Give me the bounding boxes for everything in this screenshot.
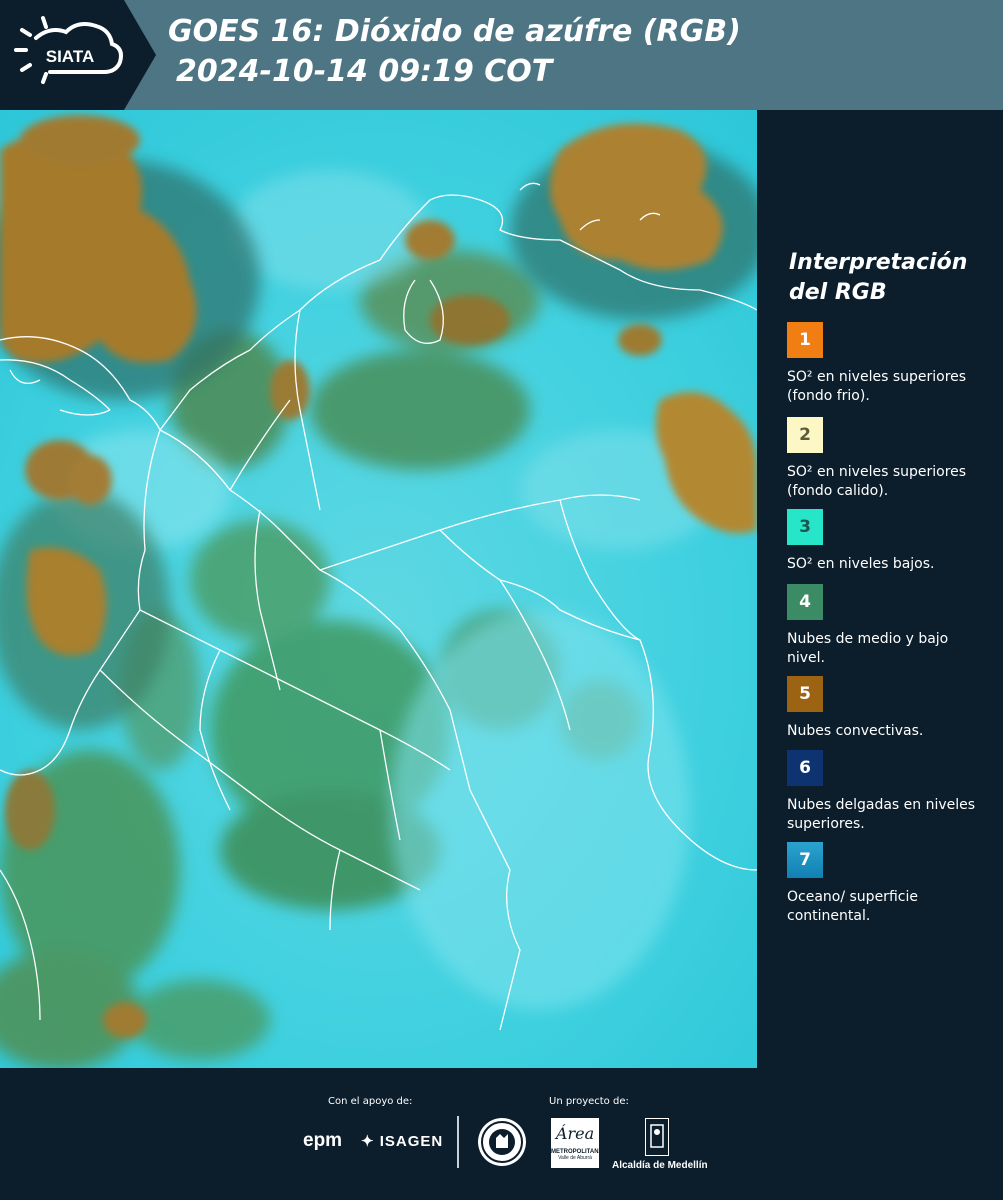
support-label: Con el apoyo de: (328, 1096, 413, 1107)
legend-swatch-6: 6 (787, 750, 823, 786)
isagen-icon: ✦ (361, 1133, 375, 1150)
area-metropolitana-logo: Área METROPOLITANA Valle de Aburrá (551, 1118, 603, 1168)
legend-item-2: 2 SO² en niveles superiores (fondo calid… (787, 417, 987, 501)
legend-label-3: SO² en niveles bajos. (787, 556, 935, 572)
legend-label-6: Nubes delgadas en niveles superiores. (787, 797, 976, 832)
header-bar: SIATA GOES 16: Dióxido de azúfre (RGB) 2… (0, 0, 1003, 110)
page-title: GOES 16: Dióxido de azúfre (RGB) (168, 14, 741, 49)
legend-swatch-3: 3 (787, 509, 823, 545)
legend-item-6: 6 Nubes delgadas en niveles superiores. (787, 750, 987, 834)
satellite-map (0, 110, 757, 1068)
epm-logo: epm (303, 1130, 343, 1151)
legend-label-7: Oceano/ superficie continental. (787, 889, 918, 924)
legend-label-4: Nubes de medio y bajo nivel. (787, 631, 949, 666)
legend-swatch-1: 1 (787, 322, 823, 358)
legend-swatch-2: 2 (787, 417, 823, 453)
legend-item-7: 7 Oceano/ superficie continental. (787, 842, 987, 926)
alcaldia-shield-icon (645, 1118, 669, 1156)
page-timestamp: 2024-10-14 09:19 COT (176, 54, 553, 89)
legend-item-4: 4 Nubes de medio y bajo nivel. (787, 584, 987, 668)
legend-item-5: 5 Nubes convectivas. (787, 676, 987, 741)
isagen-text: ISAGEN (379, 1133, 444, 1150)
legend-swatch-7: 7 (787, 842, 823, 878)
project-label: Un proyecto de: (549, 1096, 629, 1107)
seal-logo (478, 1118, 526, 1166)
alcaldia-text: Alcaldía de Medellín (612, 1160, 708, 1171)
legend-panel: Interpretación del RGB 1 SO² en niveles … (757, 110, 1003, 1068)
isagen-logo: ✦ ISAGEN (361, 1132, 443, 1150)
legend-title: Interpretación del RGB (789, 250, 968, 305)
footer-divider (457, 1116, 459, 1168)
legend-label-1: SO² en niveles superiores (fondo frio). (787, 369, 967, 404)
legend-item-3: 3 SO² en niveles bajos. (787, 509, 987, 574)
legend-swatch-5: 5 (787, 676, 823, 712)
logo-text: SIATA (46, 47, 94, 66)
metro-script: Área (555, 1124, 595, 1143)
siata-logo: SIATA (0, 0, 156, 110)
legend-label-5: Nubes convectivas. (787, 723, 924, 739)
footer: Con el apoyo de: Un proyecto de: epm ✦ I… (0, 1068, 1003, 1200)
metro-sub: Valle de Aburrá (558, 1155, 592, 1161)
legend-swatch-4: 4 (787, 584, 823, 620)
legend-item-1: 1 SO² en niveles superiores (fondo frio)… (787, 322, 987, 406)
legend-label-2: SO² en niveles superiores (fondo calido)… (787, 464, 967, 499)
